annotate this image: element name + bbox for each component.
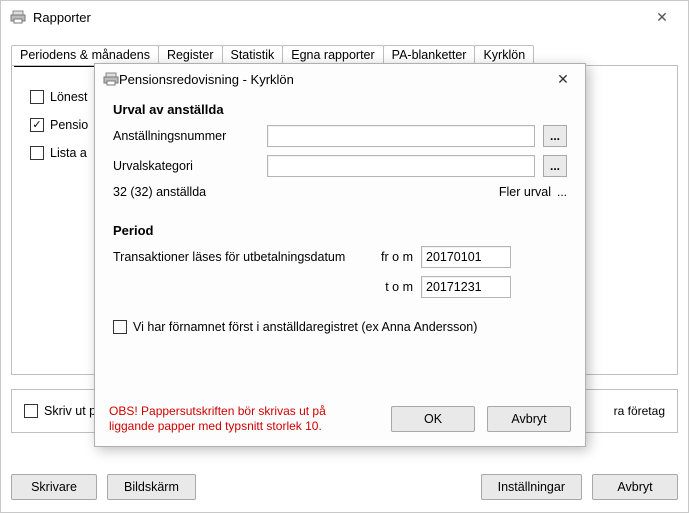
fler-urval-button[interactable]: ... [557, 185, 567, 199]
tab-pa-blanketter[interactable]: PA-blanketter [383, 45, 476, 65]
anstallningsnummer-browse-button[interactable]: ... [543, 125, 567, 147]
to-label: t o m [373, 280, 413, 294]
row-urvalskategori: Urvalskategori ... [113, 155, 567, 177]
checkbox-label: Lista a [50, 146, 87, 160]
checkbox-label: Vi har förnamnet först i anställdaregist… [133, 320, 477, 334]
printer-icon [103, 71, 119, 87]
tab-kyrklon[interactable]: Kyrklön [474, 45, 534, 65]
dialog-footer: OBS! Pappersutskriften bör skrivas ut på… [95, 396, 585, 446]
checkbox-box [24, 404, 38, 418]
cancel-button[interactable]: Avbryt [487, 406, 571, 432]
from-label: fr o m [373, 250, 413, 264]
checkbox-fornamn-forst[interactable]: Vi har förnamnet först i anställdaregist… [113, 320, 567, 334]
checkbox-label: Pensio [50, 118, 88, 132]
avbryt-button[interactable]: Avbryt [592, 474, 678, 500]
checkbox-box [30, 90, 44, 104]
row-period-to: t o m [113, 276, 567, 298]
dialog-title: Pensionsredovisning - Kyrklön [119, 72, 547, 87]
anstallda-count: 32 (32) anställda [113, 185, 259, 199]
trans-label: Transaktioner läses för utbetalningsdatu… [113, 250, 365, 264]
skrivare-button[interactable]: Skrivare [11, 474, 97, 500]
anstallningsnummer-input[interactable] [267, 125, 535, 147]
checkbox-label: Lönest [50, 90, 88, 104]
to-date-input[interactable] [421, 276, 511, 298]
checkbox-box [30, 146, 44, 160]
bildskarm-button[interactable]: Bildskärm [107, 474, 196, 500]
checkbox-label: Skriv ut p [44, 404, 96, 418]
row-period-from: Transaktioner läses för utbetalningsdatu… [113, 246, 567, 268]
row-count-flerurval: 32 (32) anställda Fler urval ... [113, 185, 567, 199]
checkbox-skriv-ut[interactable]: Skriv ut p [24, 404, 96, 418]
dialog-titlebar: Pensionsredovisning - Kyrklön ✕ [95, 64, 585, 94]
bottom-button-bar: Skrivare Bildskärm Inställningar Avbryt [11, 474, 678, 500]
anstallningsnummer-label: Anställningsnummer [113, 129, 259, 143]
installningar-button[interactable]: Inställningar [481, 474, 582, 500]
fler-urval-label: Fler urval [499, 185, 551, 199]
dialog-close-button[interactable]: ✕ [547, 66, 579, 92]
print-tail-text: ra företag [614, 404, 665, 418]
window-title: Rapporter [33, 10, 642, 25]
tab-register[interactable]: Register [158, 45, 223, 65]
main-window: Rapporter ✕ Periodens & månadens Registe… [0, 0, 689, 513]
urvalskategori-input[interactable] [267, 155, 535, 177]
printer-icon [9, 8, 27, 26]
section-period-title: Period [113, 223, 567, 238]
titlebar: Rapporter ✕ [1, 1, 688, 33]
tab-strip: Periodens & månadens Register Statistik … [11, 43, 678, 65]
tab-statistik[interactable]: Statistik [222, 45, 284, 65]
tab-egna-rapporter[interactable]: Egna rapporter [282, 45, 383, 65]
dialog-body: Urval av anställda Anställningsnummer ..… [95, 94, 585, 334]
pensionsredovisning-dialog: Pensionsredovisning - Kyrklön ✕ Urval av… [94, 63, 586, 447]
tab-periodens[interactable]: Periodens & månadens [11, 45, 159, 65]
urvalskategori-browse-button[interactable]: ... [543, 155, 567, 177]
ok-button[interactable]: OK [391, 406, 475, 432]
checkbox-box-checked: ✓ [30, 118, 44, 132]
row-anstallningsnummer: Anställningsnummer ... [113, 125, 567, 147]
section-urval-title: Urval av anställda [113, 102, 567, 117]
window-close-button[interactable]: ✕ [642, 3, 682, 31]
checkbox-box [113, 320, 127, 334]
from-date-input[interactable] [421, 246, 511, 268]
urvalskategori-label: Urvalskategori [113, 159, 259, 173]
warning-text: OBS! Pappersutskriften bör skrivas ut på… [109, 404, 379, 434]
